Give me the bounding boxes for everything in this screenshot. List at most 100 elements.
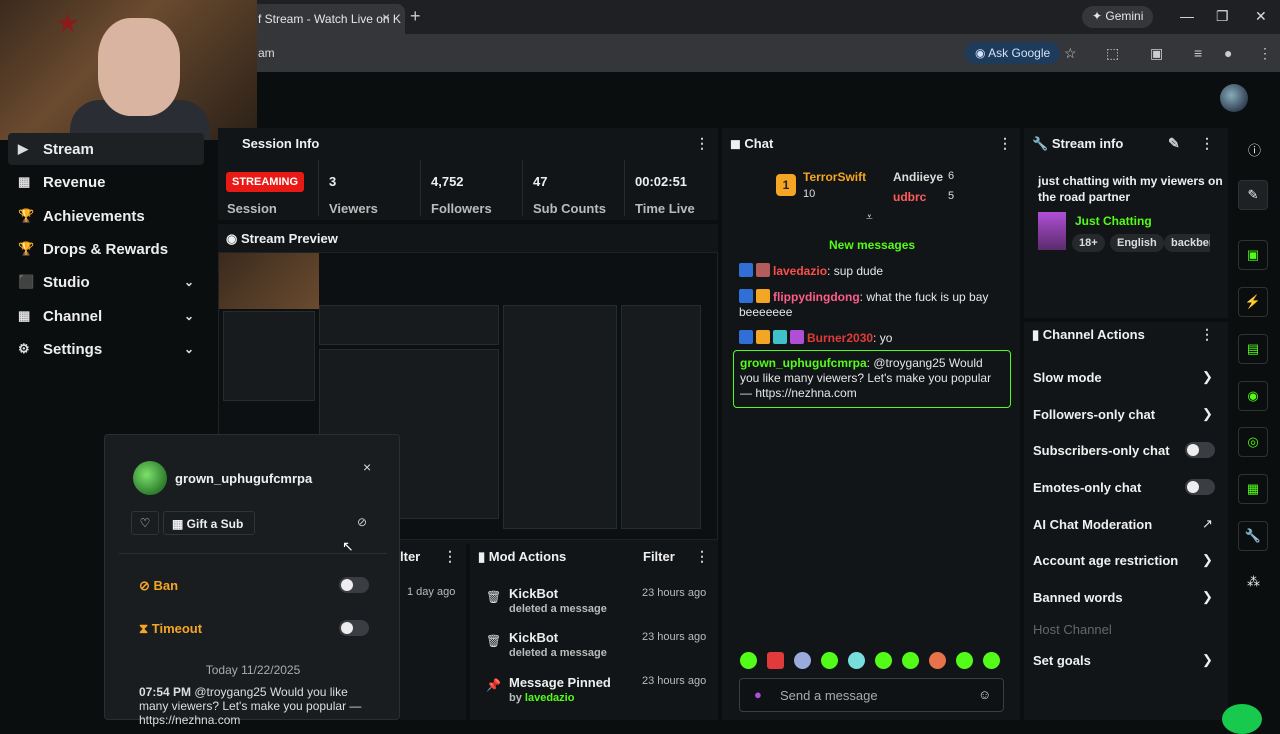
- external-link-icon[interactable]: ↗: [1202, 516, 1213, 532]
- gemini-button[interactable]: ✦ Gemini: [1082, 6, 1154, 28]
- filter-label[interactable]: lter: [400, 549, 420, 564]
- notes-icon[interactable]: ▤: [1238, 334, 1268, 364]
- ask-google-label: Ask Google: [988, 46, 1051, 60]
- ask-google-button[interactable]: ◉ Ask Google: [965, 42, 1061, 64]
- sidebar-item-achievements[interactable]: 🏆 Achievements: [8, 200, 204, 232]
- mute-icon[interactable]: ⊘: [357, 515, 367, 529]
- sidepanel-icon[interactable]: ▣: [1150, 45, 1163, 62]
- maximize-icon[interactable]: ❐: [1216, 8, 1229, 25]
- sidebar-item-stream[interactable]: ▶ Stream: [8, 133, 204, 165]
- chat-username[interactable]: lavedazio: [773, 264, 827, 278]
- emoji-icon[interactable]: ☺: [978, 687, 991, 702]
- bookmark-star-icon[interactable]: ☆: [1064, 45, 1077, 62]
- card-username[interactable]: grown_uphugufcmrpa: [175, 471, 312, 486]
- sidebar-item-revenue[interactable]: ▦ Revenue: [8, 166, 204, 198]
- ban-toggle[interactable]: [339, 577, 369, 593]
- moderation-log-menu-icon[interactable]: ⋮: [443, 548, 457, 565]
- emote-icon[interactable]: [983, 652, 1000, 669]
- slow-mode-row[interactable]: Slow mode: [1033, 370, 1102, 385]
- chevron-right-icon[interactable]: ❯: [1202, 406, 1213, 422]
- follow-heart-button[interactable]: ♡: [131, 511, 159, 535]
- user-avatar[interactable]: [1220, 84, 1248, 112]
- account-age-row[interactable]: Account age restriction: [1033, 553, 1178, 568]
- subscribers-only-toggle[interactable]: [1185, 442, 1215, 458]
- stream-info-menu-icon[interactable]: ⋮: [1200, 135, 1214, 152]
- chat-username[interactable]: flippydingdong: [773, 290, 860, 304]
- close-window-icon[interactable]: ✕: [1255, 8, 1267, 25]
- profile-icon[interactable]: ●: [1224, 45, 1232, 61]
- send-placeholder: Send a message: [780, 688, 878, 703]
- top-gifter-badge: 1: [776, 174, 796, 196]
- gifter-name[interactable]: Andiieye: [893, 170, 943, 184]
- sidebar-item-channel[interactable]: ▦ Channel ⌄: [8, 300, 204, 332]
- chevron-right-icon[interactable]: ❯: [1202, 552, 1213, 568]
- edit-icon[interactable]: ✎: [1168, 135, 1180, 152]
- edit-stream-icon[interactable]: ✎: [1238, 180, 1268, 210]
- tag-badge[interactable]: English: [1110, 234, 1164, 252]
- sidebar-item-settings[interactable]: ⚙ Settings ⌄: [8, 333, 204, 365]
- stream-icon: ▶: [18, 141, 28, 156]
- more-icon[interactable]: ⁂: [1247, 574, 1260, 590]
- sidebar-nav: ▶ Stream ▦ Revenue 🏆 Achievements 🏆 Drops & …: [0, 133, 212, 440]
- help-bubble-icon[interactable]: [1222, 704, 1262, 734]
- banned-words-row[interactable]: Banned words: [1033, 590, 1123, 605]
- emote-icon[interactable]: [929, 652, 946, 669]
- gifter-name[interactable]: udbrc: [893, 190, 926, 204]
- tab-close-icon[interactable]: ×: [382, 9, 390, 25]
- followers-only-row[interactable]: Followers-only chat: [1033, 407, 1155, 422]
- send-message-input[interactable]: ● Send a message ☺: [739, 678, 1004, 712]
- session-info-menu-icon[interactable]: ⋮: [695, 135, 709, 152]
- layout-icon[interactable]: ▦: [1238, 474, 1268, 504]
- emote-icon[interactable]: [848, 652, 865, 669]
- microphone-icon[interactable]: ●: [754, 687, 762, 702]
- media-icon[interactable]: ≡: [1194, 45, 1202, 61]
- browser-menu-icon[interactable]: ⋮: [1258, 45, 1272, 62]
- mod-actions-filter-button[interactable]: Filter: [643, 549, 675, 564]
- chevron-right-icon[interactable]: ❯: [1202, 589, 1213, 605]
- chat-username[interactable]: Burner2030: [807, 331, 873, 345]
- viewers-label: Viewers: [329, 201, 378, 216]
- lightning-icon[interactable]: ⚡: [1238, 287, 1268, 317]
- tools-icon[interactable]: 🔧: [1238, 521, 1268, 551]
- sidebar-item-studio[interactable]: ⬛ Studio ⌄: [8, 266, 204, 298]
- sidebar-item-drops-rewards[interactable]: 🏆 Drops & Rewards: [8, 233, 204, 265]
- chevron-down-icon: ⌄: [183, 309, 194, 323]
- emote-icon[interactable]: [875, 652, 892, 669]
- extensions-icon[interactable]: ⬚: [1106, 45, 1119, 62]
- chat-username[interactable]: grown_uphugufcmrpa: [740, 356, 867, 370]
- gift-sub-button[interactable]: ▦ Gift a Sub: [163, 511, 255, 535]
- collapse-gifters-icon[interactable]: ⩡: [866, 210, 873, 225]
- emote-icon[interactable]: [821, 652, 838, 669]
- top-gifter-name[interactable]: TerrorSwift: [803, 170, 866, 184]
- chat-bubble-icon[interactable]: ◉: [1238, 381, 1268, 411]
- mod-action-sub: deleted a message: [509, 647, 607, 659]
- category-link[interactable]: Just Chatting: [1075, 214, 1152, 228]
- emotes-only-toggle[interactable]: [1185, 479, 1215, 495]
- preview-actions: [621, 305, 701, 529]
- url-field[interactable]: am: [258, 46, 275, 60]
- emote-icon[interactable]: [767, 652, 784, 669]
- channel-actions-menu-icon[interactable]: ⋮: [1200, 326, 1214, 343]
- broadcast-icon[interactable]: ◎: [1238, 427, 1268, 457]
- emote-icon[interactable]: [956, 652, 973, 669]
- timeout-toggle[interactable]: [339, 620, 369, 636]
- emote-icon[interactable]: [794, 652, 811, 669]
- ai-moderation-row[interactable]: AI Chat Moderation: [1033, 517, 1152, 532]
- set-goals-row[interactable]: Set goals: [1033, 653, 1091, 668]
- tag-badge[interactable]: 18+: [1072, 234, 1105, 252]
- chevron-right-icon[interactable]: ❯: [1202, 369, 1213, 385]
- camera-icon[interactable]: ▣: [1238, 240, 1268, 270]
- category-thumbnail[interactable]: [1038, 212, 1066, 250]
- mod-action-user[interactable]: lavedazio: [525, 692, 575, 704]
- emote-icon[interactable]: [902, 652, 919, 669]
- new-tab-button[interactable]: +: [410, 6, 421, 27]
- emote-icon[interactable]: [740, 652, 757, 669]
- chevron-right-icon[interactable]: ❯: [1202, 652, 1213, 668]
- mod-actions-menu-icon[interactable]: ⋮: [695, 548, 709, 565]
- right-rail: [1232, 126, 1280, 720]
- info-icon[interactable]: ⓘ: [1248, 140, 1261, 159]
- minimize-icon[interactable]: —: [1180, 8, 1194, 24]
- tag-badge[interactable]: backber: [1164, 234, 1210, 252]
- chat-menu-icon[interactable]: ⋮: [998, 135, 1012, 152]
- close-icon[interactable]: ×: [363, 459, 371, 475]
